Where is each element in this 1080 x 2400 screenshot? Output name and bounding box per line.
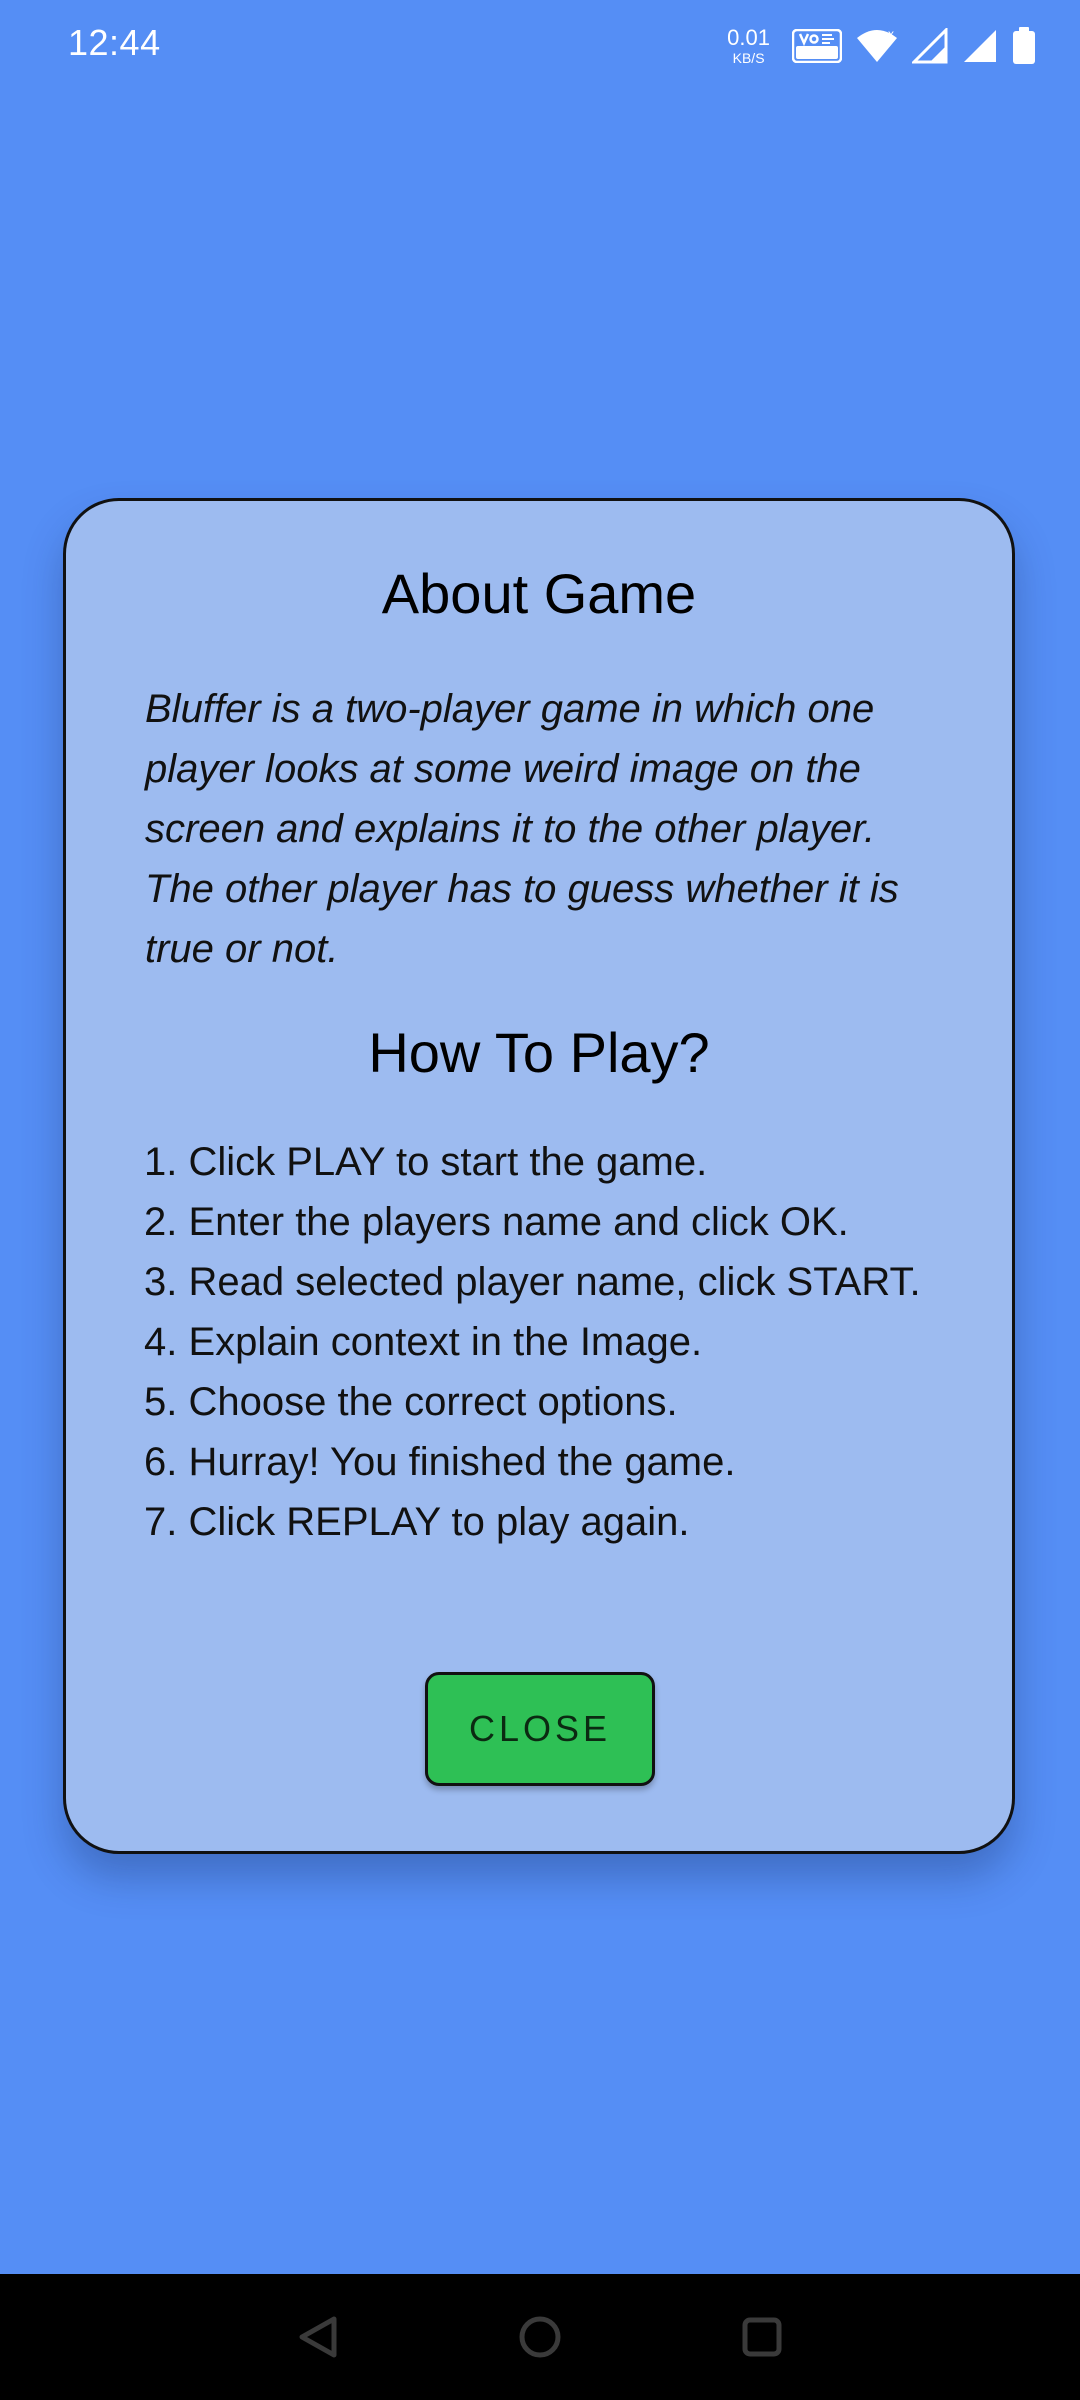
step-item: 6. Hurray! You finished the game. bbox=[144, 1440, 736, 1484]
back-icon[interactable] bbox=[290, 2307, 350, 2367]
step-item: 5. Choose the correct options. bbox=[144, 1380, 678, 1424]
close-button[interactable]: CLOSE bbox=[425, 1672, 655, 1786]
how-to-play-steps: 1. Click PLAY to start the game. 2. Ente… bbox=[144, 1132, 954, 1552]
step-item: 4. Explain context in the Image. bbox=[144, 1320, 703, 1364]
navigation-bar bbox=[0, 2274, 1080, 2400]
status-time: 12:44 bbox=[68, 22, 161, 63]
network-speed-value: 0.01 bbox=[727, 25, 770, 50]
home-icon[interactable] bbox=[510, 2307, 570, 2367]
svg-text:x: x bbox=[888, 28, 894, 41]
recents-icon[interactable] bbox=[732, 2307, 792, 2367]
network-speed-unit: KB/S bbox=[732, 50, 765, 66]
vowifi-icon bbox=[792, 29, 842, 63]
wifi-icon: x bbox=[856, 28, 898, 64]
step-item: 7. Click REPLAY to play again. bbox=[144, 1500, 690, 1544]
about-title: About Game bbox=[381, 562, 697, 625]
status-bar: 12:44 0.01 KB/S x bbox=[0, 0, 1080, 90]
step-item: 3. Read selected player name, click STAR… bbox=[144, 1260, 921, 1304]
status-icons: 0.01 KB/S x bbox=[727, 24, 1036, 68]
battery-icon bbox=[1012, 27, 1036, 65]
step-item: 1. Click PLAY to start the game. bbox=[144, 1140, 708, 1184]
cell-signal-icon bbox=[912, 28, 948, 64]
how-to-play-title: How To Play? bbox=[368, 1021, 710, 1084]
about-dialog: About Game Bluffer is a two-player game … bbox=[63, 498, 1015, 1854]
cell-signal-icon bbox=[962, 28, 998, 64]
step-item: 2. Enter the players name and click OK. bbox=[144, 1200, 849, 1244]
network-speed: 0.01 KB/S bbox=[727, 25, 770, 66]
about-description: Bluffer is a two-player game in which on… bbox=[145, 687, 899, 971]
